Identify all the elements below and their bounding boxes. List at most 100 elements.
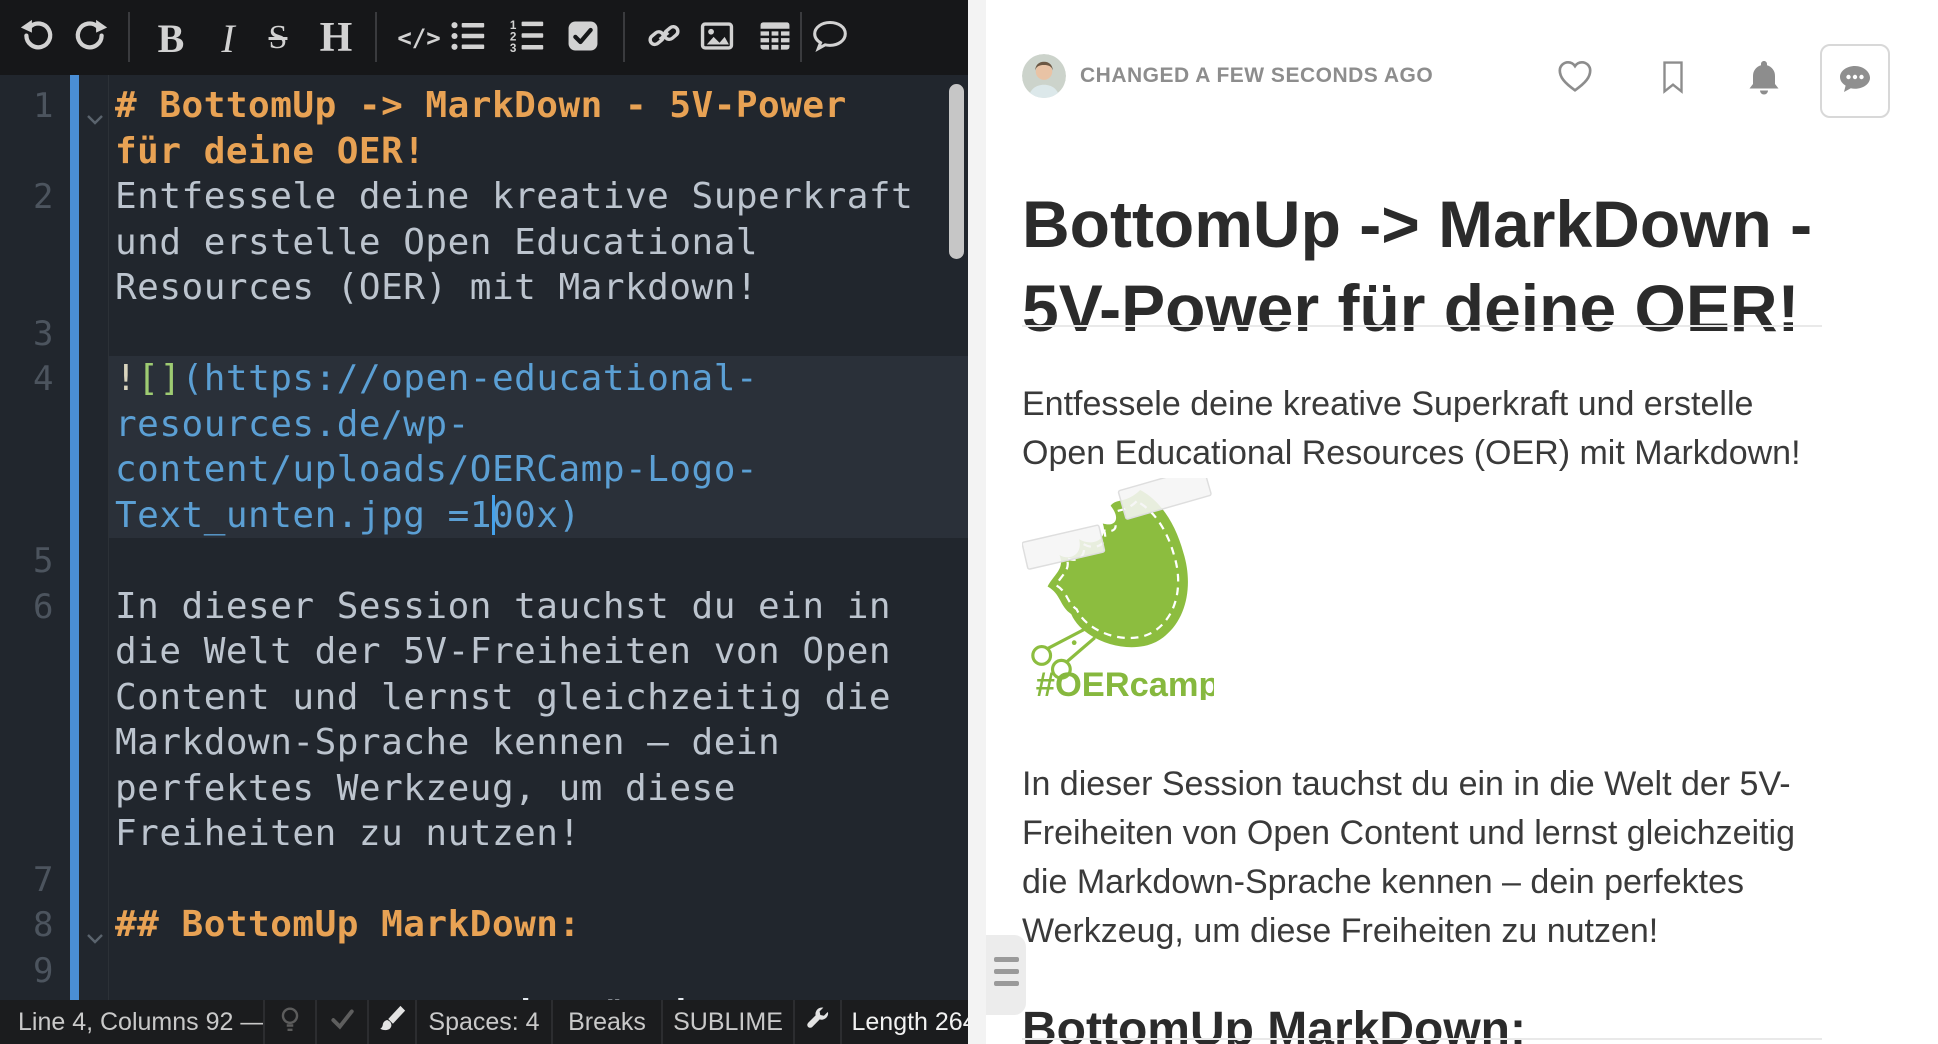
editor-line[interactable]: Markdown-Sprache kennen – dein bbox=[115, 720, 780, 766]
preferences-button[interactable] bbox=[795, 1000, 842, 1044]
notifications-button[interactable] bbox=[1744, 58, 1784, 103]
check-icon bbox=[329, 1006, 355, 1039]
editor-line[interactable]: die Welt der 5V-Freiheiten von Open bbox=[115, 629, 891, 675]
horizontal-rule bbox=[1022, 325, 1822, 327]
table-button[interactable] bbox=[751, 14, 799, 62]
preview-paragraph-2: In dieser Session tauchst du ein in die … bbox=[1022, 760, 1795, 956]
italic-button[interactable]: I bbox=[204, 14, 252, 62]
editor-line[interactable]: In dieser Session tauchst du ein in bbox=[115, 584, 891, 630]
line-number: 7 bbox=[0, 857, 54, 903]
editor-line[interactable]: ## BottomUp MarkDown: bbox=[115, 902, 581, 948]
gutter-border bbox=[108, 75, 109, 1000]
line-number: 4 bbox=[0, 356, 54, 402]
link-button[interactable] bbox=[640, 14, 688, 62]
numbered-list-button[interactable]: 123 bbox=[503, 14, 551, 62]
toolbar-separator bbox=[623, 12, 625, 62]
comment-button[interactable] bbox=[806, 14, 854, 62]
preview-pane: CHANGED A FEW SECONDS AGO BottomUp -> Ma… bbox=[986, 0, 1938, 1044]
image-url: Text_unten.jpg =1 bbox=[115, 495, 492, 536]
editor-line[interactable]: und erstelle Open Educational bbox=[115, 220, 758, 266]
line-number: 6 bbox=[0, 584, 54, 630]
comment-filled-icon bbox=[1835, 59, 1875, 104]
heading-button[interactable]: H bbox=[312, 14, 360, 62]
check-list-button[interactable] bbox=[559, 14, 607, 62]
logo-hashtag-text: #OERcamp bbox=[1036, 666, 1214, 700]
horizontal-rule bbox=[1022, 1038, 1822, 1040]
redo-icon bbox=[74, 19, 108, 58]
image-icon bbox=[700, 19, 734, 58]
image-url: (https://open-educational- bbox=[182, 358, 759, 399]
fold-chevron-icon[interactable] bbox=[84, 915, 106, 961]
breaks-setting[interactable]: Breaks bbox=[553, 1000, 663, 1044]
avatar[interactable] bbox=[1022, 54, 1066, 98]
bookmark-icon bbox=[1656, 83, 1690, 100]
toolbar-separator bbox=[128, 12, 130, 62]
comments-panel-button[interactable] bbox=[1820, 44, 1890, 118]
strikethrough-button[interactable]: S bbox=[254, 14, 302, 62]
check-square-icon bbox=[566, 19, 600, 58]
editor-toolbar: B I S H </> 123 bbox=[0, 0, 968, 75]
line-number: 10 bbox=[0, 993, 54, 1000]
code-button[interactable]: </> bbox=[395, 14, 443, 62]
numbered-list-icon: 123 bbox=[509, 18, 545, 59]
bell-icon bbox=[1744, 85, 1784, 102]
theme-brush-button[interactable] bbox=[369, 1000, 417, 1044]
editor-line[interactable]: resources.de/wp- bbox=[115, 402, 470, 448]
editor-line[interactable]: Freiheiten zu nutzen! bbox=[115, 811, 581, 857]
editor-line[interactable]: Text_unten.jpg =100x) bbox=[115, 493, 581, 539]
spellcheck-status-button[interactable] bbox=[317, 1000, 369, 1044]
wrench-icon bbox=[805, 1006, 831, 1039]
svg-text:3: 3 bbox=[510, 42, 517, 54]
editor-line[interactable]: **Verwahren & Vervielfältigen** bbox=[115, 993, 802, 1000]
markdown-editor[interactable]: 1 2 3 4 5 6 7 8 9 10 # BottomUp -> MarkD… bbox=[0, 75, 968, 1000]
line-number: 3 bbox=[0, 311, 54, 357]
line-number: 1 bbox=[0, 83, 54, 129]
like-button[interactable] bbox=[1556, 58, 1594, 101]
editor-line[interactable]: ![](https://open-educational- bbox=[115, 356, 758, 402]
line-number: 9 bbox=[0, 948, 54, 994]
undo-button[interactable] bbox=[13, 14, 61, 62]
editor-line[interactable]: Entfessele deine kreative Superkraft bbox=[115, 174, 913, 220]
lightbulb-icon bbox=[277, 1006, 303, 1039]
editor-scrollbar-thumb[interactable] bbox=[949, 84, 964, 259]
keymap-setting[interactable]: SUBLIME bbox=[663, 1000, 795, 1044]
bookmark-button[interactable] bbox=[1656, 58, 1690, 101]
line-number: 2 bbox=[0, 174, 54, 220]
app-window: B I S H </> 123 1 2 bbox=[0, 0, 1938, 1044]
editor-line[interactable]: Content und lernst gleichzeitig die bbox=[115, 675, 891, 721]
last-changed-label: CHANGED A FEW SECONDS AGO bbox=[1080, 64, 1433, 88]
spaces-setting[interactable]: Spaces: 4 bbox=[417, 1000, 553, 1044]
toolbar-separator bbox=[800, 12, 802, 62]
image-brackets: [] bbox=[137, 358, 181, 399]
redo-button[interactable] bbox=[67, 14, 115, 62]
link-icon bbox=[647, 19, 681, 58]
change-indicator-bar bbox=[70, 75, 79, 1000]
paintbrush-icon bbox=[377, 1004, 407, 1041]
editor-line[interactable]: perfektes Werkzeug, um diese bbox=[115, 766, 736, 812]
heart-icon bbox=[1556, 83, 1594, 100]
line-number: 8 bbox=[0, 902, 54, 948]
image-url: 00x) bbox=[492, 495, 581, 536]
cursor-position-status: Line 4, Columns 92 — 21 bbox=[0, 1000, 265, 1044]
editor-status-bar: Line 4, Columns 92 — 21 Spaces: 4 Breaks… bbox=[0, 1000, 968, 1044]
pane-divider[interactable] bbox=[968, 0, 986, 1044]
editor-line[interactable]: content/uploads/OERCamp-Logo- bbox=[115, 447, 758, 493]
editor-line[interactable]: für deine OER! bbox=[115, 129, 425, 175]
undo-icon bbox=[20, 19, 54, 58]
editor-line[interactable]: # BottomUp -> MarkDown - 5V-Power bbox=[115, 83, 847, 129]
bullet-list-icon bbox=[450, 18, 486, 59]
fold-chevron-icon[interactable] bbox=[84, 96, 106, 142]
text-cursor bbox=[492, 495, 495, 535]
preview-paragraph-1: Entfessele deine kreative Superkraft und… bbox=[1022, 380, 1801, 478]
bullet-list-button[interactable] bbox=[444, 14, 492, 62]
toolbar-separator bbox=[375, 12, 377, 62]
bold-button[interactable]: B bbox=[147, 14, 195, 62]
table-icon bbox=[758, 19, 792, 58]
comment-icon bbox=[812, 18, 848, 59]
editor-line[interactable]: Resources (OER) mit Markdown! bbox=[115, 265, 758, 311]
image-bang: ! bbox=[115, 358, 137, 399]
oercamp-logo-image: #OERcamp bbox=[1022, 478, 1214, 705]
pane-resize-handle[interactable] bbox=[986, 935, 1026, 1015]
lightbulb-status-button[interactable] bbox=[265, 1000, 317, 1044]
image-button[interactable] bbox=[693, 14, 741, 62]
